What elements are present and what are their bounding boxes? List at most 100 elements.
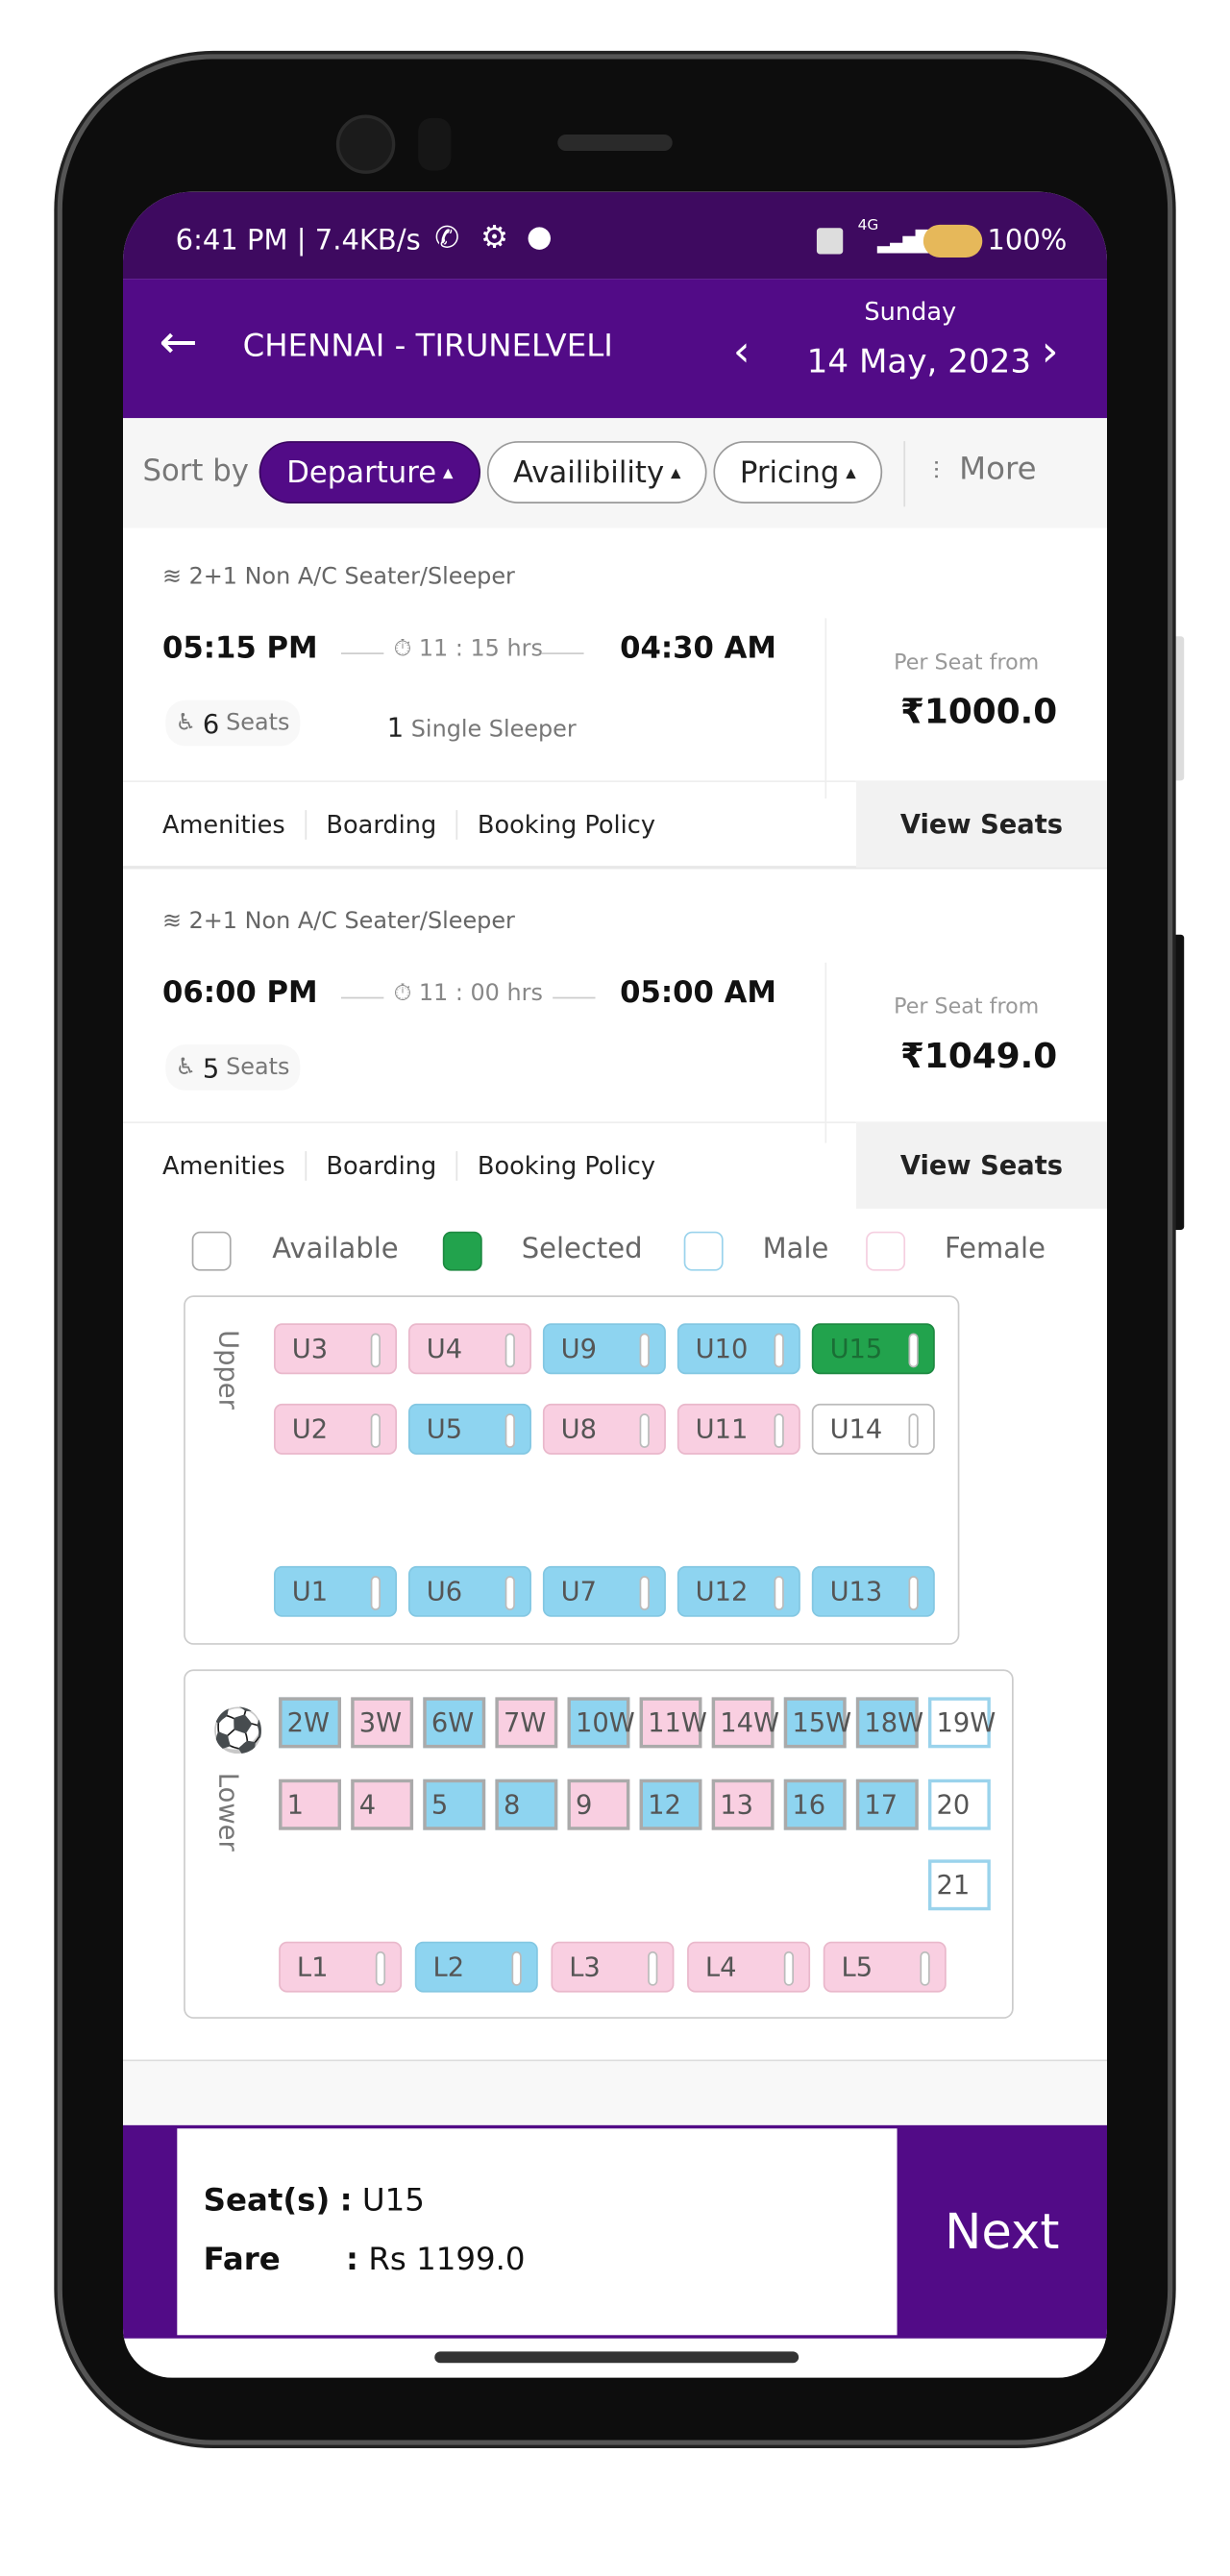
seat-u7[interactable]: U7 <box>542 1565 666 1617</box>
seat-1[interactable]: 1 <box>279 1779 341 1830</box>
seat-u15[interactable]: U15 <box>811 1323 935 1375</box>
price: ₹1049.0 <box>899 1036 1058 1076</box>
selected-seats: U15 <box>361 2182 425 2220</box>
settings-icon: ⚙ <box>480 219 509 257</box>
amenities-link[interactable]: Amenities <box>162 810 305 840</box>
seat-number: U15 <box>829 1333 883 1364</box>
seat-u2[interactable]: U2 <box>274 1403 398 1455</box>
seat-u11[interactable]: U11 <box>676 1403 800 1455</box>
amenities-link[interactable]: Amenities <box>162 1151 305 1181</box>
sensor <box>418 117 452 171</box>
seat-icon: ♿ <box>175 709 197 737</box>
seat-u6[interactable]: U6 <box>407 1565 531 1617</box>
boarding-link[interactable]: Boarding <box>305 810 455 840</box>
seat-u5[interactable]: U5 <box>407 1403 531 1455</box>
seat-17[interactable]: 17 <box>855 1779 919 1830</box>
view-seats-button[interactable]: View Seats <box>855 780 1108 868</box>
seat-13[interactable]: 13 <box>711 1779 775 1830</box>
seat-3w[interactable]: 3W <box>351 1697 414 1749</box>
pillow-icon <box>370 1333 381 1368</box>
seat-19w[interactable]: 19W <box>927 1697 996 1749</box>
seat-number: U8 <box>560 1413 598 1445</box>
seat-u12[interactable]: U12 <box>676 1565 800 1617</box>
seat-9[interactable]: 9 <box>567 1779 630 1830</box>
seat-u8[interactable]: U8 <box>542 1403 666 1455</box>
seat-l2[interactable]: L2 <box>414 1941 538 1993</box>
seat-6w[interactable]: 6W <box>423 1697 486 1749</box>
seat-number: 12 <box>648 1788 681 1821</box>
seat-12[interactable]: 12 <box>639 1779 702 1830</box>
view-seats-button[interactable]: View Seats <box>855 1121 1108 1209</box>
prev-date-icon[interactable]: ‹ <box>733 328 750 377</box>
seat-number: U5 <box>426 1413 463 1445</box>
single-count: 1 <box>386 711 405 744</box>
booking-policy-link[interactable]: Booking Policy <box>455 1151 676 1181</box>
divider <box>903 441 906 507</box>
bus-card[interactable]: ≋ 2+1 Non A/C Seater/Sleeper 06:00 PM ⏱ … <box>123 871 1108 1211</box>
back-arrow-icon[interactable]: ← <box>160 315 198 369</box>
seat-15w[interactable]: 15W <box>783 1697 851 1749</box>
sort-pricing[interactable]: Pricing ▲ <box>713 441 883 503</box>
seat-4[interactable]: 4 <box>351 1779 414 1830</box>
pillow-icon <box>783 1950 795 1986</box>
more-filters-button[interactable]: ⫶ More <box>933 451 1036 487</box>
volte-icon <box>816 228 844 255</box>
pillow-icon <box>370 1576 381 1610</box>
lower-deck-label: Lower <box>212 1772 245 1852</box>
sort-departure[interactable]: Departure ▲ <box>258 441 481 503</box>
seat-8[interactable]: 8 <box>495 1779 558 1830</box>
seat-u14[interactable]: U14 <box>811 1403 935 1455</box>
app-header: ← CHENNAI - TIRUNELVELI Sunday ‹ 14 May,… <box>123 279 1108 419</box>
upper-deck-label: Upper <box>212 1330 245 1410</box>
route-title: CHENNAI - TIRUNELVELI <box>242 328 613 364</box>
seat-10w[interactable]: 10W <box>567 1697 635 1749</box>
seat-5[interactable]: 5 <box>423 1779 486 1830</box>
seat-u4[interactable]: U4 <box>407 1323 531 1375</box>
seat-l1[interactable]: L1 <box>279 1941 403 1993</box>
seat-l5[interactable]: L5 <box>823 1941 947 1993</box>
seat-number: 4 <box>358 1788 377 1821</box>
seat-11w[interactable]: 11W <box>639 1697 707 1749</box>
next-date-icon[interactable]: › <box>1042 328 1059 377</box>
seat-number: U13 <box>829 1576 883 1607</box>
seat-u9[interactable]: U9 <box>542 1323 666 1375</box>
seat-14w[interactable]: 14W <box>711 1697 779 1749</box>
seat-2w[interactable]: 2W <box>279 1697 341 1749</box>
sort-arrow-icon: ▲ <box>670 464 681 480</box>
seat-21[interactable]: 21 <box>927 1859 991 1911</box>
volume-button <box>1170 636 1185 781</box>
seat-18w[interactable]: 18W <box>855 1697 923 1749</box>
seat-u3[interactable]: U3 <box>274 1323 398 1375</box>
divider <box>541 652 584 654</box>
seat-number: 19W <box>936 1706 996 1739</box>
fare-label: Fare <box>203 2242 281 2278</box>
seat-number: 9 <box>576 1788 593 1821</box>
boarding-link[interactable]: Boarding <box>305 1151 455 1181</box>
bus-card[interactable]: ≋ 2+1 Non A/C Seater/Sleeper 05:15 PM ⏱ … <box>123 527 1108 870</box>
sort-arrow-icon: ▲ <box>442 464 454 480</box>
booking-policy-link[interactable]: Booking Policy <box>455 810 676 840</box>
next-button[interactable]: Next <box>898 2125 1107 2339</box>
seat-16[interactable]: 16 <box>783 1779 847 1830</box>
sort-availability[interactable]: Availibility ▲ <box>486 441 707 503</box>
arrival-time: 05:00 AM <box>620 975 776 1011</box>
seat-7w[interactable]: 7W <box>495 1697 558 1749</box>
seat-l3[interactable]: L3 <box>551 1941 675 1993</box>
status-time: 6:41 PM <box>175 224 288 258</box>
seat-20[interactable]: 20 <box>927 1779 991 1830</box>
arrival-time: 04:30 AM <box>620 631 776 666</box>
seat-l4[interactable]: L4 <box>687 1941 811 1993</box>
github-icon: ● <box>526 219 553 255</box>
seat-u1[interactable]: U1 <box>274 1565 398 1617</box>
pillow-icon <box>375 1950 386 1986</box>
filter-icon: ⫶ <box>933 455 940 486</box>
seat-number: U11 <box>695 1413 749 1445</box>
power-button <box>1170 934 1185 1231</box>
price: ₹1000.0 <box>899 692 1058 732</box>
seat-u13[interactable]: U13 <box>811 1565 935 1617</box>
seat-number: 16 <box>792 1788 826 1821</box>
duration: 11 : 00 hrs <box>418 980 543 1007</box>
seat-number: U6 <box>426 1576 463 1607</box>
signal-icon: ▂▃▅▇ <box>877 228 933 255</box>
seat-u10[interactable]: U10 <box>676 1323 800 1375</box>
